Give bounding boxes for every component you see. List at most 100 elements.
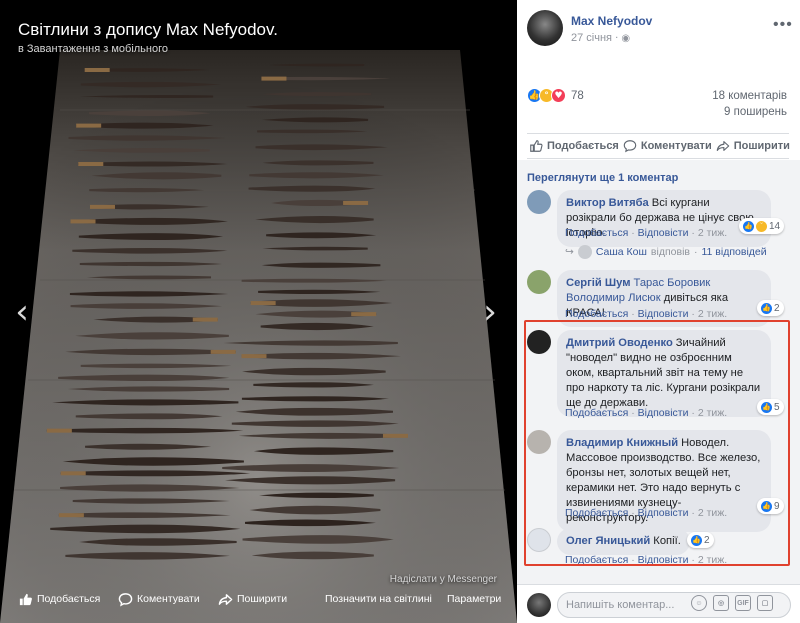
thumbs-up-icon — [530, 140, 543, 152]
comment-item: Виктор Витяба Всі кургани розікрали бо де… — [527, 190, 789, 280]
viewer-like-button[interactable]: Подобається — [18, 592, 100, 607]
wooden-shaft — [78, 162, 104, 167]
viewer-comment-button[interactable]: Коментувати — [118, 592, 200, 607]
commenter-name[interactable]: Владимир Книжный — [566, 437, 678, 449]
photo-viewer: Світлини з допису Max Nefyodov. в Завант… — [0, 0, 517, 623]
post-date[interactable]: 27 січня · ◉ — [571, 32, 630, 44]
composer-tools: ☺ ◎ GIF ▢ — [691, 595, 773, 611]
comment-reply-link[interactable]: Відповісти — [638, 227, 689, 239]
share-button[interactable]: Поширити — [714, 139, 792, 153]
reaction-summary[interactable]: 👍 ° ♥ 78 — [527, 88, 584, 103]
post-panel: Max Nefyodov 27 січня · ◉ ••• 👍 ° ♥ 78 1… — [517, 0, 800, 623]
wooden-shaft — [60, 471, 86, 476]
comment-time[interactable]: 2 тиж. — [698, 554, 727, 566]
comment-reactions[interactable]: 👍 2 — [687, 532, 714, 548]
wooden-shaft — [261, 76, 287, 81]
comment-time[interactable]: 2 тиж. — [698, 308, 727, 320]
commenter-avatar[interactable] — [527, 330, 551, 354]
comment-meta: Подобається · Відповісти · 2 тиж. — [565, 507, 728, 519]
camera-icon[interactable]: ◎ — [713, 595, 729, 611]
viewer-share-button[interactable]: Поширити — [218, 592, 287, 607]
commenter-avatar[interactable] — [527, 430, 551, 454]
comment-like-link[interactable]: Подобається — [565, 507, 628, 519]
comment-reply-link[interactable]: Відповісти — [638, 308, 689, 320]
tag-photo-button[interactable]: Позначити на світлині — [325, 593, 432, 605]
wooden-shaft — [76, 123, 102, 128]
comment-bubble: Олег Яницький Копії. — [557, 528, 690, 555]
comment-meta: Подобається · Відповісти · 2 тиж. — [565, 308, 728, 320]
like-reaction-icon: 👍 — [743, 220, 754, 232]
post-actions: Подобається Коментувати Поширити — [527, 133, 792, 159]
album-link[interactable]: в Завантаження з мобільного — [18, 43, 168, 55]
like-reaction-icon: 👍 — [761, 500, 772, 512]
comment-reply-link[interactable]: Відповісти — [638, 407, 689, 419]
gif-icon[interactable]: GIF — [735, 595, 751, 611]
wooden-shaft — [343, 200, 369, 205]
comment-like-link[interactable]: Подобається — [565, 308, 628, 320]
commenter-name[interactable]: Сергій Шум — [566, 277, 630, 289]
comment-meta: Подобається · Відповісти · 2 тиж. — [565, 407, 728, 419]
comment-time[interactable]: 2 тиж. — [698, 407, 727, 419]
reply-arrow-icon: ↪ — [565, 246, 574, 258]
like-reaction-icon: 👍 — [761, 401, 772, 413]
comment-reply-link[interactable]: Відповісти — [638, 507, 689, 519]
comment-item: Сергій Шум Тарас Боровик Володимир Лисюк … — [527, 270, 789, 330]
share-count-link[interactable]: 9 поширень — [724, 106, 787, 118]
replier-avatar — [577, 245, 592, 259]
comment-reactions[interactable]: 👍 ˘ 14 — [739, 218, 785, 234]
thumbs-up-icon — [19, 593, 32, 605]
wooden-shaft — [250, 301, 276, 306]
comment-like-link[interactable]: Подобається — [565, 227, 628, 239]
current-user-avatar — [527, 593, 551, 617]
prev-photo-icon[interactable]: ‹ — [10, 292, 34, 332]
comment-count-link[interactable]: 18 коментарів — [712, 90, 787, 102]
wooden-shaft — [210, 349, 236, 354]
wooden-shaft — [70, 219, 96, 224]
love-reaction-icon: ♥ — [551, 88, 566, 103]
comment-item: Олег Яницький Копії. 👍 2 Подобається · Ві… — [527, 528, 789, 578]
comment-item: Дмитрий Оводенко Зичайний "новодел" видно… — [527, 330, 789, 420]
commenter-name[interactable]: Дмитрий Оводенко — [566, 337, 673, 349]
comment-button[interactable]: Коментувати — [621, 139, 714, 153]
wooden-shaft — [382, 433, 408, 438]
replies-thread-link[interactable]: ↪ Саша Кош відповів · 11 відповідей — [565, 245, 767, 259]
comment-reply-link[interactable]: Відповісти — [638, 554, 689, 566]
wooden-shaft — [84, 68, 110, 72]
author-avatar[interactable] — [527, 10, 563, 46]
options-button[interactable]: Параметри — [447, 593, 501, 605]
more-options-icon[interactable]: ••• — [773, 16, 793, 34]
wooden-shaft — [46, 428, 72, 433]
comment-icon — [118, 592, 133, 606]
wooden-shaft — [58, 513, 84, 518]
comment-composer: Напишіть коментар... ☺ ◎ GIF ▢ — [517, 584, 800, 623]
reaction-count: 78 — [571, 89, 584, 102]
wooden-shaft — [89, 204, 115, 209]
next-photo-icon[interactable]: › — [478, 292, 502, 332]
wooden-shaft — [192, 317, 218, 322]
comment-time[interactable]: 2 тиж. — [698, 507, 727, 519]
post-stats: 👍 ° ♥ 78 18 коментарів 9 поширень — [527, 88, 787, 122]
photo-spearheads — [0, 0, 517, 623]
send-messenger-link[interactable]: Надіслати у Messenger — [390, 574, 497, 585]
wooden-shaft — [351, 312, 377, 317]
comment-reactions[interactable]: 👍 5 — [757, 399, 784, 415]
commenter-avatar[interactable] — [527, 190, 551, 214]
author-name[interactable]: Max Nefyodov — [571, 14, 652, 28]
comment-reactions[interactable]: 👍 9 — [757, 498, 784, 514]
view-previous-comments-link[interactable]: Переглянути ще 1 коментар — [527, 172, 678, 184]
like-reaction-icon: 👍 — [691, 534, 702, 546]
emoji-icon[interactable]: ☺ — [691, 595, 707, 611]
like-button[interactable]: Подобається — [527, 139, 621, 153]
comment-time[interactable]: 2 тиж. — [698, 227, 727, 239]
comment-reactions[interactable]: 👍 2 — [757, 300, 784, 316]
commenter-avatar[interactable] — [527, 270, 551, 294]
like-reaction-icon: 👍 — [761, 302, 772, 314]
commenter-name[interactable]: Олег Яницький — [566, 535, 650, 547]
comment-like-link[interactable]: Подобається — [565, 554, 628, 566]
sticker-icon[interactable]: ▢ — [757, 595, 773, 611]
comment-item: Владимир Книжный Новодел. Массовое произв… — [527, 430, 789, 532]
comments-section: Переглянути ще 1 коментар Виктор Витяба В… — [517, 160, 800, 584]
commenter-avatar[interactable] — [527, 528, 551, 552]
comment-like-link[interactable]: Подобається — [565, 407, 628, 419]
commenter-name[interactable]: Виктор Витяба — [566, 197, 649, 209]
